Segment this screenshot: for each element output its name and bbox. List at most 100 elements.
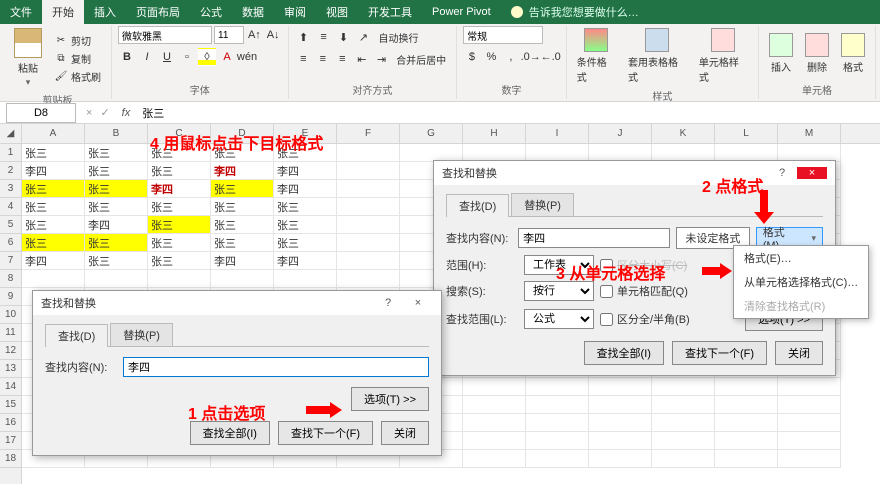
row-header[interactable]: 1 [0,144,21,162]
cell[interactable] [463,450,526,468]
cell[interactable] [85,270,148,288]
underline-button[interactable]: U [158,48,176,66]
cell[interactable]: 张三 [274,216,337,234]
cell[interactable] [778,396,841,414]
cell[interactable] [211,270,274,288]
fx-icon[interactable]: fx [122,107,131,119]
cell[interactable] [337,180,400,198]
currency[interactable]: $ [463,48,481,66]
cell[interactable]: 李四 [148,180,211,198]
cell[interactable] [337,162,400,180]
align-center[interactable]: ≡ [314,50,332,68]
orientation[interactable]: ↗ [355,28,373,46]
increase-font[interactable]: A↑ [246,26,263,44]
cell[interactable]: 张三 [211,198,274,216]
indent-inc[interactable]: ⇥ [373,50,391,68]
cell[interactable]: 李四 [274,180,337,198]
menu-format[interactable]: 格式(E)… [734,246,868,270]
indent-dec[interactable]: ⇤ [353,50,371,68]
col-header[interactable]: F [337,124,400,143]
col-header[interactable]: G [400,124,463,143]
cell[interactable]: 张三 [148,216,211,234]
cell[interactable] [778,414,841,432]
tab-powerpivot[interactable]: Power Pivot [422,0,501,24]
cell[interactable] [652,432,715,450]
dlg2-close-btn[interactable]: 关闭 [775,341,823,365]
tab-formula[interactable]: 公式 [190,0,232,24]
dlg1-find-all[interactable]: 查找全部(I) [190,421,270,445]
cell[interactable] [337,252,400,270]
number-format-combo[interactable] [463,26,543,44]
delete-cells[interactable]: 删除 [801,31,833,76]
row-header[interactable]: 17 [0,432,21,450]
cell[interactable] [715,396,778,414]
cell[interactable]: 张三 [85,144,148,162]
row-header[interactable]: 14 [0,378,21,396]
row-header[interactable]: 7 [0,252,21,270]
row-header[interactable]: 6 [0,234,21,252]
tab-file[interactable]: 文件 [0,0,42,24]
col-header[interactable]: B [85,124,148,143]
cell[interactable] [22,270,85,288]
cell[interactable] [778,450,841,468]
merge-center[interactable]: 合并后居中 [392,50,450,68]
dlg2-find-input[interactable] [518,228,670,248]
comma-style[interactable]: , [502,48,520,66]
dec-decimal[interactable]: ←.0 [542,48,560,66]
cell[interactable] [652,378,715,396]
row-header[interactable]: 13 [0,360,21,378]
cell[interactable]: 李四 [22,252,85,270]
dlg1-close-btn[interactable]: 关闭 [381,421,429,445]
row-header[interactable]: 18 [0,450,21,468]
cell[interactable]: 张三 [22,144,85,162]
cell[interactable] [652,450,715,468]
dlg1-help[interactable]: ? [373,297,403,309]
select-all-triangle[interactable]: ◢ [0,124,21,144]
row-header[interactable]: 12 [0,342,21,360]
cell[interactable] [778,432,841,450]
tab-review[interactable]: 审阅 [274,0,316,24]
cell[interactable]: 张三 [148,144,211,162]
dlg2-chk-case[interactable] [600,259,613,272]
align-top[interactable]: ⬆ [295,28,313,46]
cell-style[interactable]: 单元格样式 [695,26,752,86]
dlg1-tab-replace[interactable]: 替换(P) [110,323,173,346]
dlg1-find-input[interactable] [123,357,429,377]
dlg2-search-select[interactable]: 按行 [524,281,594,301]
font-color-button[interactable]: A [218,48,236,66]
cell[interactable] [148,270,211,288]
cell[interactable] [337,234,400,252]
row-header[interactable]: 9 [0,288,21,306]
col-header[interactable]: K [652,124,715,143]
cell[interactable] [652,414,715,432]
cell[interactable] [337,198,400,216]
dlg1-tab-find[interactable]: 查找(D) [45,324,108,347]
tab-dev[interactable]: 开发工具 [358,0,422,24]
align-right[interactable]: ≡ [334,50,352,68]
cell[interactable] [715,378,778,396]
italic-button[interactable]: I [138,48,156,66]
dlg2-chk-whole[interactable] [600,285,613,298]
painter-button[interactable]: 🖌格式刷 [50,68,105,85]
cell[interactable]: 李四 [211,162,274,180]
cell[interactable] [526,450,589,468]
paste-button[interactable]: 粘贴▾ [10,26,46,90]
cell[interactable]: 李四 [22,162,85,180]
cancel-icon[interactable]: × [82,107,96,119]
row-header[interactable]: 15 [0,396,21,414]
table-format[interactable]: 套用表格格式 [624,26,691,86]
cell[interactable]: 张三 [22,180,85,198]
cell[interactable]: 张三 [211,180,274,198]
cell[interactable] [337,144,400,162]
cell[interactable] [589,414,652,432]
dlg2-help[interactable]: ? [767,167,797,179]
cell[interactable] [526,396,589,414]
cell[interactable]: 张三 [22,234,85,252]
dlg1-options-button[interactable]: 选项(T) >> [351,387,429,411]
col-header[interactable]: M [778,124,841,143]
cell[interactable] [715,432,778,450]
cut-button[interactable]: ✂剪切 [50,32,105,49]
cell[interactable] [526,414,589,432]
align-bottom[interactable]: ⬇ [335,28,353,46]
formula-bar[interactable] [138,103,880,123]
